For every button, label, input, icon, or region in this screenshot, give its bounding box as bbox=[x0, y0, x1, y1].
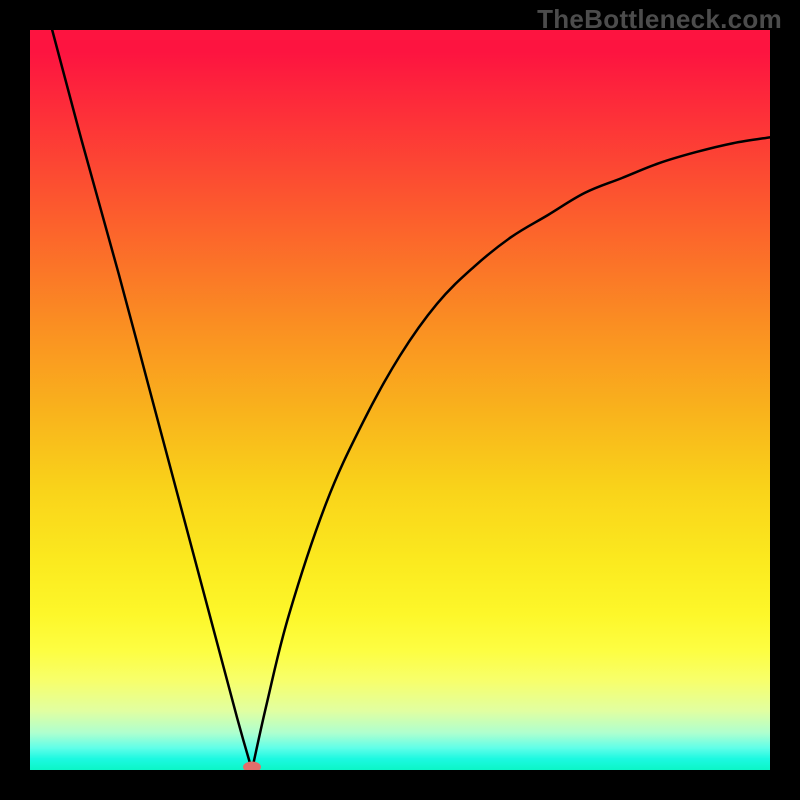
plot-area bbox=[30, 30, 770, 770]
chart-frame: TheBottleneck.com bbox=[0, 0, 800, 800]
watermark-text: TheBottleneck.com bbox=[537, 4, 782, 35]
curve-right-branch bbox=[252, 137, 770, 770]
curve-left-branch bbox=[52, 30, 252, 770]
optimum-marker bbox=[243, 762, 261, 771]
bottleneck-curve bbox=[30, 30, 770, 770]
